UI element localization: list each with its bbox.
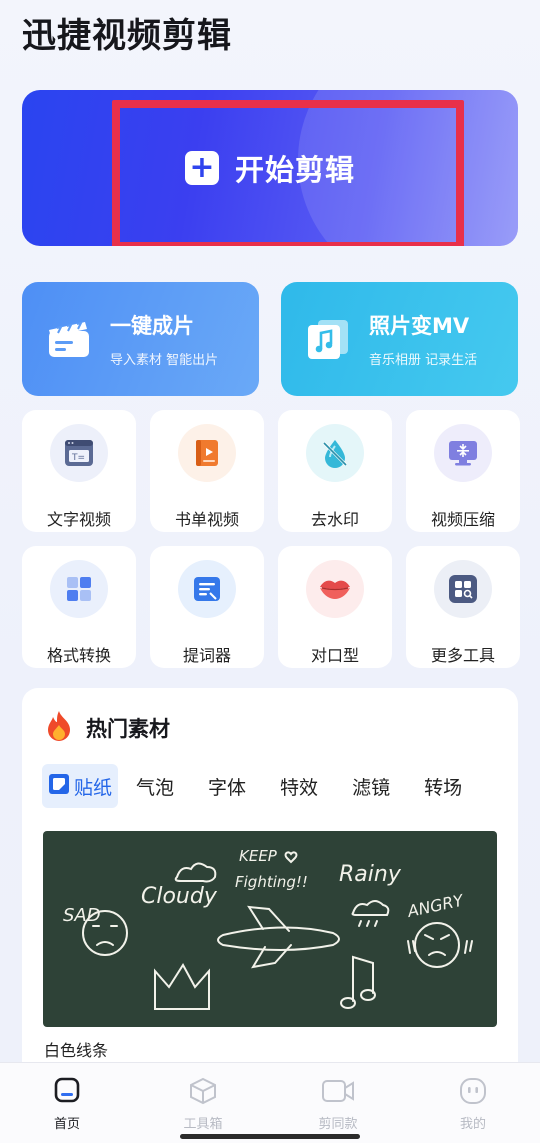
tool-label: 书单视频 bbox=[174, 510, 239, 529]
start-editing-button[interactable]: + 开始剪辑 bbox=[22, 90, 518, 246]
home-indicator bbox=[180, 1134, 360, 1139]
music-photo-icon bbox=[303, 316, 353, 362]
feature-subtitle: 音乐相册 记录生活 bbox=[369, 353, 478, 368]
profile-face-icon bbox=[458, 1077, 488, 1109]
text-video-icon: T= bbox=[50, 424, 108, 482]
nav-label: 工具箱 bbox=[183, 1117, 223, 1132]
tool-label: 提词器 bbox=[182, 646, 231, 665]
sticker-pack-name: 白色线条 bbox=[44, 1041, 109, 1060]
tool-label: 去水印 bbox=[310, 510, 359, 529]
tool-book-video[interactable]: 书单视频 bbox=[150, 410, 264, 532]
plus-icon: + bbox=[184, 151, 219, 185]
format-convert-icon bbox=[50, 560, 108, 618]
more-grid-icon bbox=[434, 560, 492, 618]
hot-materials-title: 热门素材 bbox=[86, 717, 170, 741]
tool-label: 视频压缩 bbox=[430, 510, 495, 529]
teleprompter-icon bbox=[178, 560, 236, 618]
watermark-drop-icon bbox=[306, 424, 364, 482]
sticker-word-fighting: Fighting!! bbox=[235, 873, 308, 891]
nav-profile[interactable]: 我的 bbox=[433, 1077, 513, 1132]
hot-materials-section: 热门素材 贴纸 气泡 字体 特效 滤镜 转场 SAD Cloudy KEEP F… bbox=[22, 688, 518, 1068]
sticker-word-angry: ANGRY bbox=[405, 890, 466, 921]
sticker-word-rainy: Rainy bbox=[339, 862, 402, 887]
start-editing-banner[interactable]: + 开始剪辑 bbox=[22, 90, 518, 246]
nav-home[interactable]: 首页 bbox=[27, 1077, 107, 1132]
nav-label: 剪同款 bbox=[318, 1117, 358, 1132]
nav-label: 我的 bbox=[459, 1117, 486, 1132]
toolbox-cube-icon bbox=[188, 1077, 218, 1109]
bottom-tab-bar: 首页 工具箱 剪同款 我的 bbox=[0, 1062, 540, 1143]
tool-label: 对口型 bbox=[310, 646, 359, 665]
tool-text-video[interactable]: T= 文字视频 bbox=[22, 410, 136, 532]
tool-label: 文字视频 bbox=[46, 510, 111, 529]
tab-stickers[interactable]: 贴纸 bbox=[42, 764, 119, 808]
tab-label: 贴纸 bbox=[74, 776, 113, 799]
tab-effects[interactable]: 特效 bbox=[280, 764, 318, 808]
tool-lip-sync[interactable]: 对口型 bbox=[278, 546, 392, 668]
sticker-word-keep: KEEP bbox=[239, 847, 278, 865]
clapperboard-icon bbox=[44, 316, 94, 362]
tool-format-convert[interactable]: 格式转换 bbox=[22, 546, 136, 668]
tool-label: 更多工具 bbox=[430, 646, 495, 665]
nav-label: 首页 bbox=[53, 1117, 80, 1132]
tool-teleprompter[interactable]: 提词器 bbox=[150, 546, 264, 668]
start-editing-label: 开始剪辑 bbox=[234, 153, 355, 187]
material-tabs: 贴纸 气泡 字体 特效 滤镜 转场 bbox=[42, 764, 496, 808]
tab-filters[interactable]: 滤镜 bbox=[352, 764, 390, 808]
home-icon bbox=[52, 1077, 82, 1109]
sticker-pack-preview[interactable]: SAD Cloudy KEEP Fighting!! Rainy ANGRY bbox=[43, 831, 497, 1027]
tab-fonts[interactable]: 字体 bbox=[208, 764, 246, 808]
photo-to-mv-card[interactable]: 照片变MV 音乐相册 记录生活 bbox=[281, 282, 518, 396]
nav-template[interactable]: 剪同款 bbox=[298, 1077, 378, 1132]
sticker-word-cloudy: Cloudy bbox=[141, 884, 218, 909]
video-camera-icon bbox=[321, 1077, 355, 1109]
feature-title: 照片变MV bbox=[369, 314, 470, 338]
svg-text:T=: T= bbox=[71, 453, 85, 463]
tool-video-compress[interactable]: 视频压缩 bbox=[406, 410, 520, 532]
lips-icon bbox=[306, 560, 364, 618]
sticker-word-sad: SAD bbox=[63, 905, 101, 926]
feature-title: 一键成片 bbox=[110, 314, 194, 338]
hot-materials-header: 热门素材 bbox=[44, 710, 170, 746]
tool-remove-watermark[interactable]: 去水印 bbox=[278, 410, 392, 532]
tab-transitions[interactable]: 转场 bbox=[424, 764, 462, 808]
book-video-icon bbox=[178, 424, 236, 482]
app-title: 迅捷视频剪辑 bbox=[22, 16, 232, 56]
one-click-video-card[interactable]: 一键成片 导入素材 智能出片 bbox=[22, 282, 259, 396]
tab-bubbles[interactable]: 气泡 bbox=[136, 764, 174, 808]
sticker-icon bbox=[48, 773, 70, 800]
tool-more-tools[interactable]: 更多工具 bbox=[406, 546, 520, 668]
feature-subtitle: 导入素材 智能出片 bbox=[110, 353, 219, 368]
fire-icon bbox=[44, 710, 74, 746]
nav-toolbox[interactable]: 工具箱 bbox=[163, 1077, 243, 1132]
tool-label: 格式转换 bbox=[46, 646, 111, 665]
compress-monitor-icon bbox=[434, 424, 492, 482]
